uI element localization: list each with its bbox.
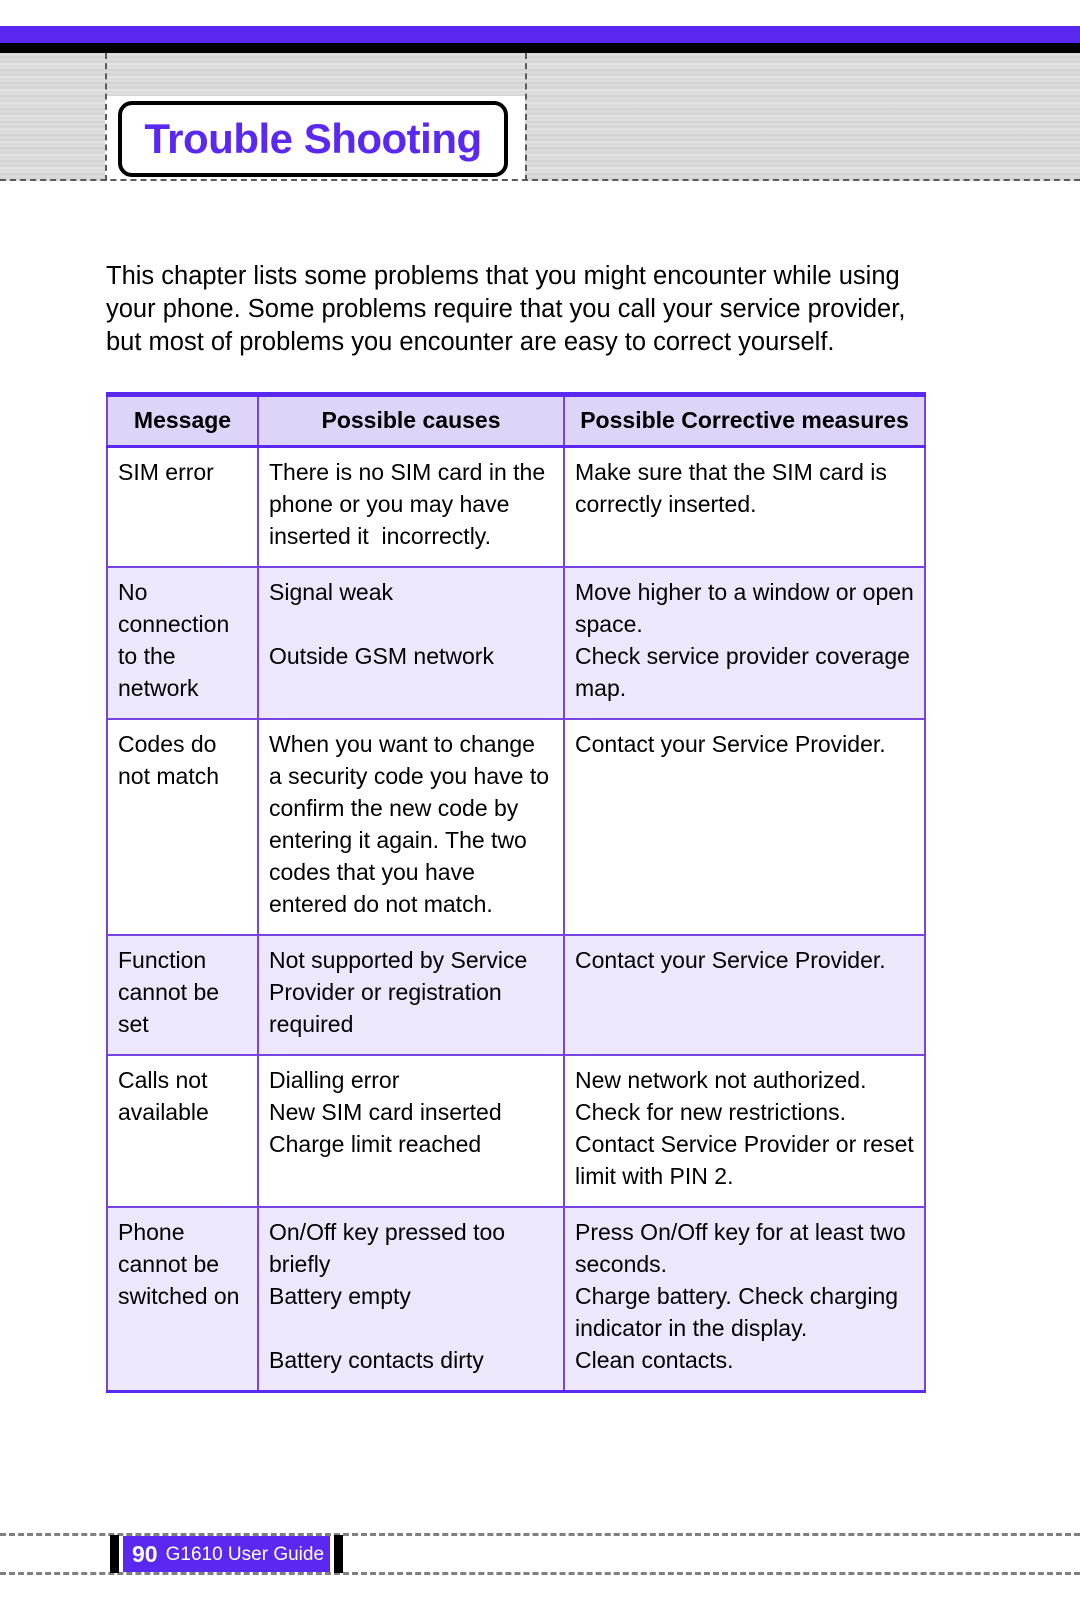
cell-causes: Signal weak Outside GSM network [257, 566, 565, 720]
banner-dashed-line-left [105, 53, 107, 181]
cell-line: On/Off key pressed too briefly [269, 1219, 512, 1277]
intro-paragraph: This chapter lists some problems that yo… [106, 261, 906, 356]
cell-line: SIM error [118, 459, 214, 485]
column-header-message: Message [106, 392, 259, 448]
cell-line: Clean contacts. [575, 1347, 734, 1373]
cell-line: Make sure that the SIM card is correctly… [575, 459, 894, 517]
cell-message: Phone cannot be switched on [106, 1206, 259, 1393]
cell-causes: On/Off key pressed too briefly Battery em… [257, 1206, 565, 1393]
top-accent-bar [0, 26, 1080, 43]
cell-message: Codes do not match [106, 718, 259, 936]
footer-badge: 90 G1610 User Guide [123, 1536, 330, 1572]
cell-line: Function cannot be set [118, 947, 226, 1037]
footer-dashed-line-bottom [0, 1572, 1080, 1575]
cell-measures: Make sure that the SIM card is correctly… [563, 445, 926, 568]
cell-line: Move higher to a window or open space. [575, 579, 921, 637]
cell-message: No connection to the network [106, 566, 259, 720]
cell-line: When you want to change a security code … [269, 731, 556, 917]
cell-line: Calls not available [118, 1067, 214, 1125]
cell-line: Check service provider coverage map. [575, 643, 917, 701]
cell-line: Charge battery. Check charging indicator… [575, 1283, 905, 1341]
cell-measures: Move higher to a window or open space. Ch… [563, 566, 926, 720]
cell-message: Calls not available [106, 1054, 259, 1208]
table-header-row: Message Possible causes Possible Correct… [106, 392, 926, 448]
cell-line: Contact Service Provider or reset limit … [575, 1131, 921, 1189]
cell-line: Check for new restrictions. [575, 1099, 846, 1125]
cell-line: Contact your Service Provider. [575, 731, 886, 757]
cell-line: Outside GSM network [269, 643, 494, 669]
banner-dashed-line-bottom [0, 179, 1080, 181]
table-row: Calls not available Dialling error New SIM… [106, 1054, 926, 1208]
cell-line: Press On/Off key for at least two second… [575, 1219, 913, 1277]
cell-causes: Not supported by Service Provider or reg… [257, 934, 565, 1056]
table-header: Message Possible causes Possible Correct… [106, 392, 926, 448]
cell-message: SIM error [106, 445, 259, 568]
table-body: SIM error There is no SIM card in the pho… [106, 445, 926, 1393]
column-header-corrective-measures: Possible Corrective measures [563, 392, 926, 448]
cell-causes: There is no SIM card in the phone or you… [257, 445, 565, 568]
cell-line: Signal weak [269, 579, 394, 605]
top-black-rule [0, 43, 1080, 53]
cell-line: Codes do not match [118, 731, 223, 789]
page-title: Trouble Shooting [144, 115, 482, 162]
cell-line: Battery empty [269, 1283, 411, 1309]
cell-measures: Contact your Service Provider. [563, 934, 926, 1056]
table-row: No connection to the network Signal weak O… [106, 566, 926, 720]
troubleshooting-table: Message Possible causes Possible Correct… [106, 392, 926, 1393]
table-row: SIM error There is no SIM card in the pho… [106, 445, 926, 568]
troubleshooting-table-wrapper: Message Possible causes Possible Correct… [106, 392, 926, 1393]
banner-dashed-line-right [525, 53, 527, 181]
footer-tick-right [334, 1535, 343, 1573]
cell-causes: When you want to change a security code … [257, 718, 565, 936]
page-number: 90 [132, 1540, 158, 1567]
cell-line: Charge limit reached [269, 1131, 482, 1157]
cell-message: Function cannot be set [106, 934, 259, 1056]
cell-measures: New network not authorized. Check for new… [563, 1054, 926, 1208]
footer-tick-left [110, 1535, 119, 1573]
cell-line: New network not authorized. [575, 1067, 867, 1093]
cell-line: Contact your Service Provider. [575, 947, 886, 973]
cell-measures: Contact your Service Provider. [563, 718, 926, 936]
cell-line: There is no SIM card in the phone or you… [269, 459, 552, 549]
cell-causes: Dialling error New SIM card inserted Charg… [257, 1054, 565, 1208]
cell-line: New SIM card inserted [269, 1099, 502, 1125]
cell-line: Not supported by Service Provider or reg… [269, 947, 534, 1037]
column-header-possible-causes: Possible causes [257, 392, 565, 448]
table-row: Codes do not match When you want to chang… [106, 718, 926, 936]
cell-line: No connection to the network [118, 579, 236, 701]
cell-line: Battery contacts dirty [269, 1347, 484, 1373]
chapter-title-box: Trouble Shooting [118, 101, 508, 177]
cell-measures: Press On/Off key for at least two second… [563, 1206, 926, 1393]
cell-line: Dialling error [269, 1067, 400, 1093]
table-row: Phone cannot be switched on On/Off key pr… [106, 1206, 926, 1393]
table-row: Function cannot be set Not supported by S… [106, 934, 926, 1056]
cell-line: Phone cannot be switched on [118, 1219, 240, 1309]
guide-title: G1610 User Guide [165, 1543, 325, 1565]
